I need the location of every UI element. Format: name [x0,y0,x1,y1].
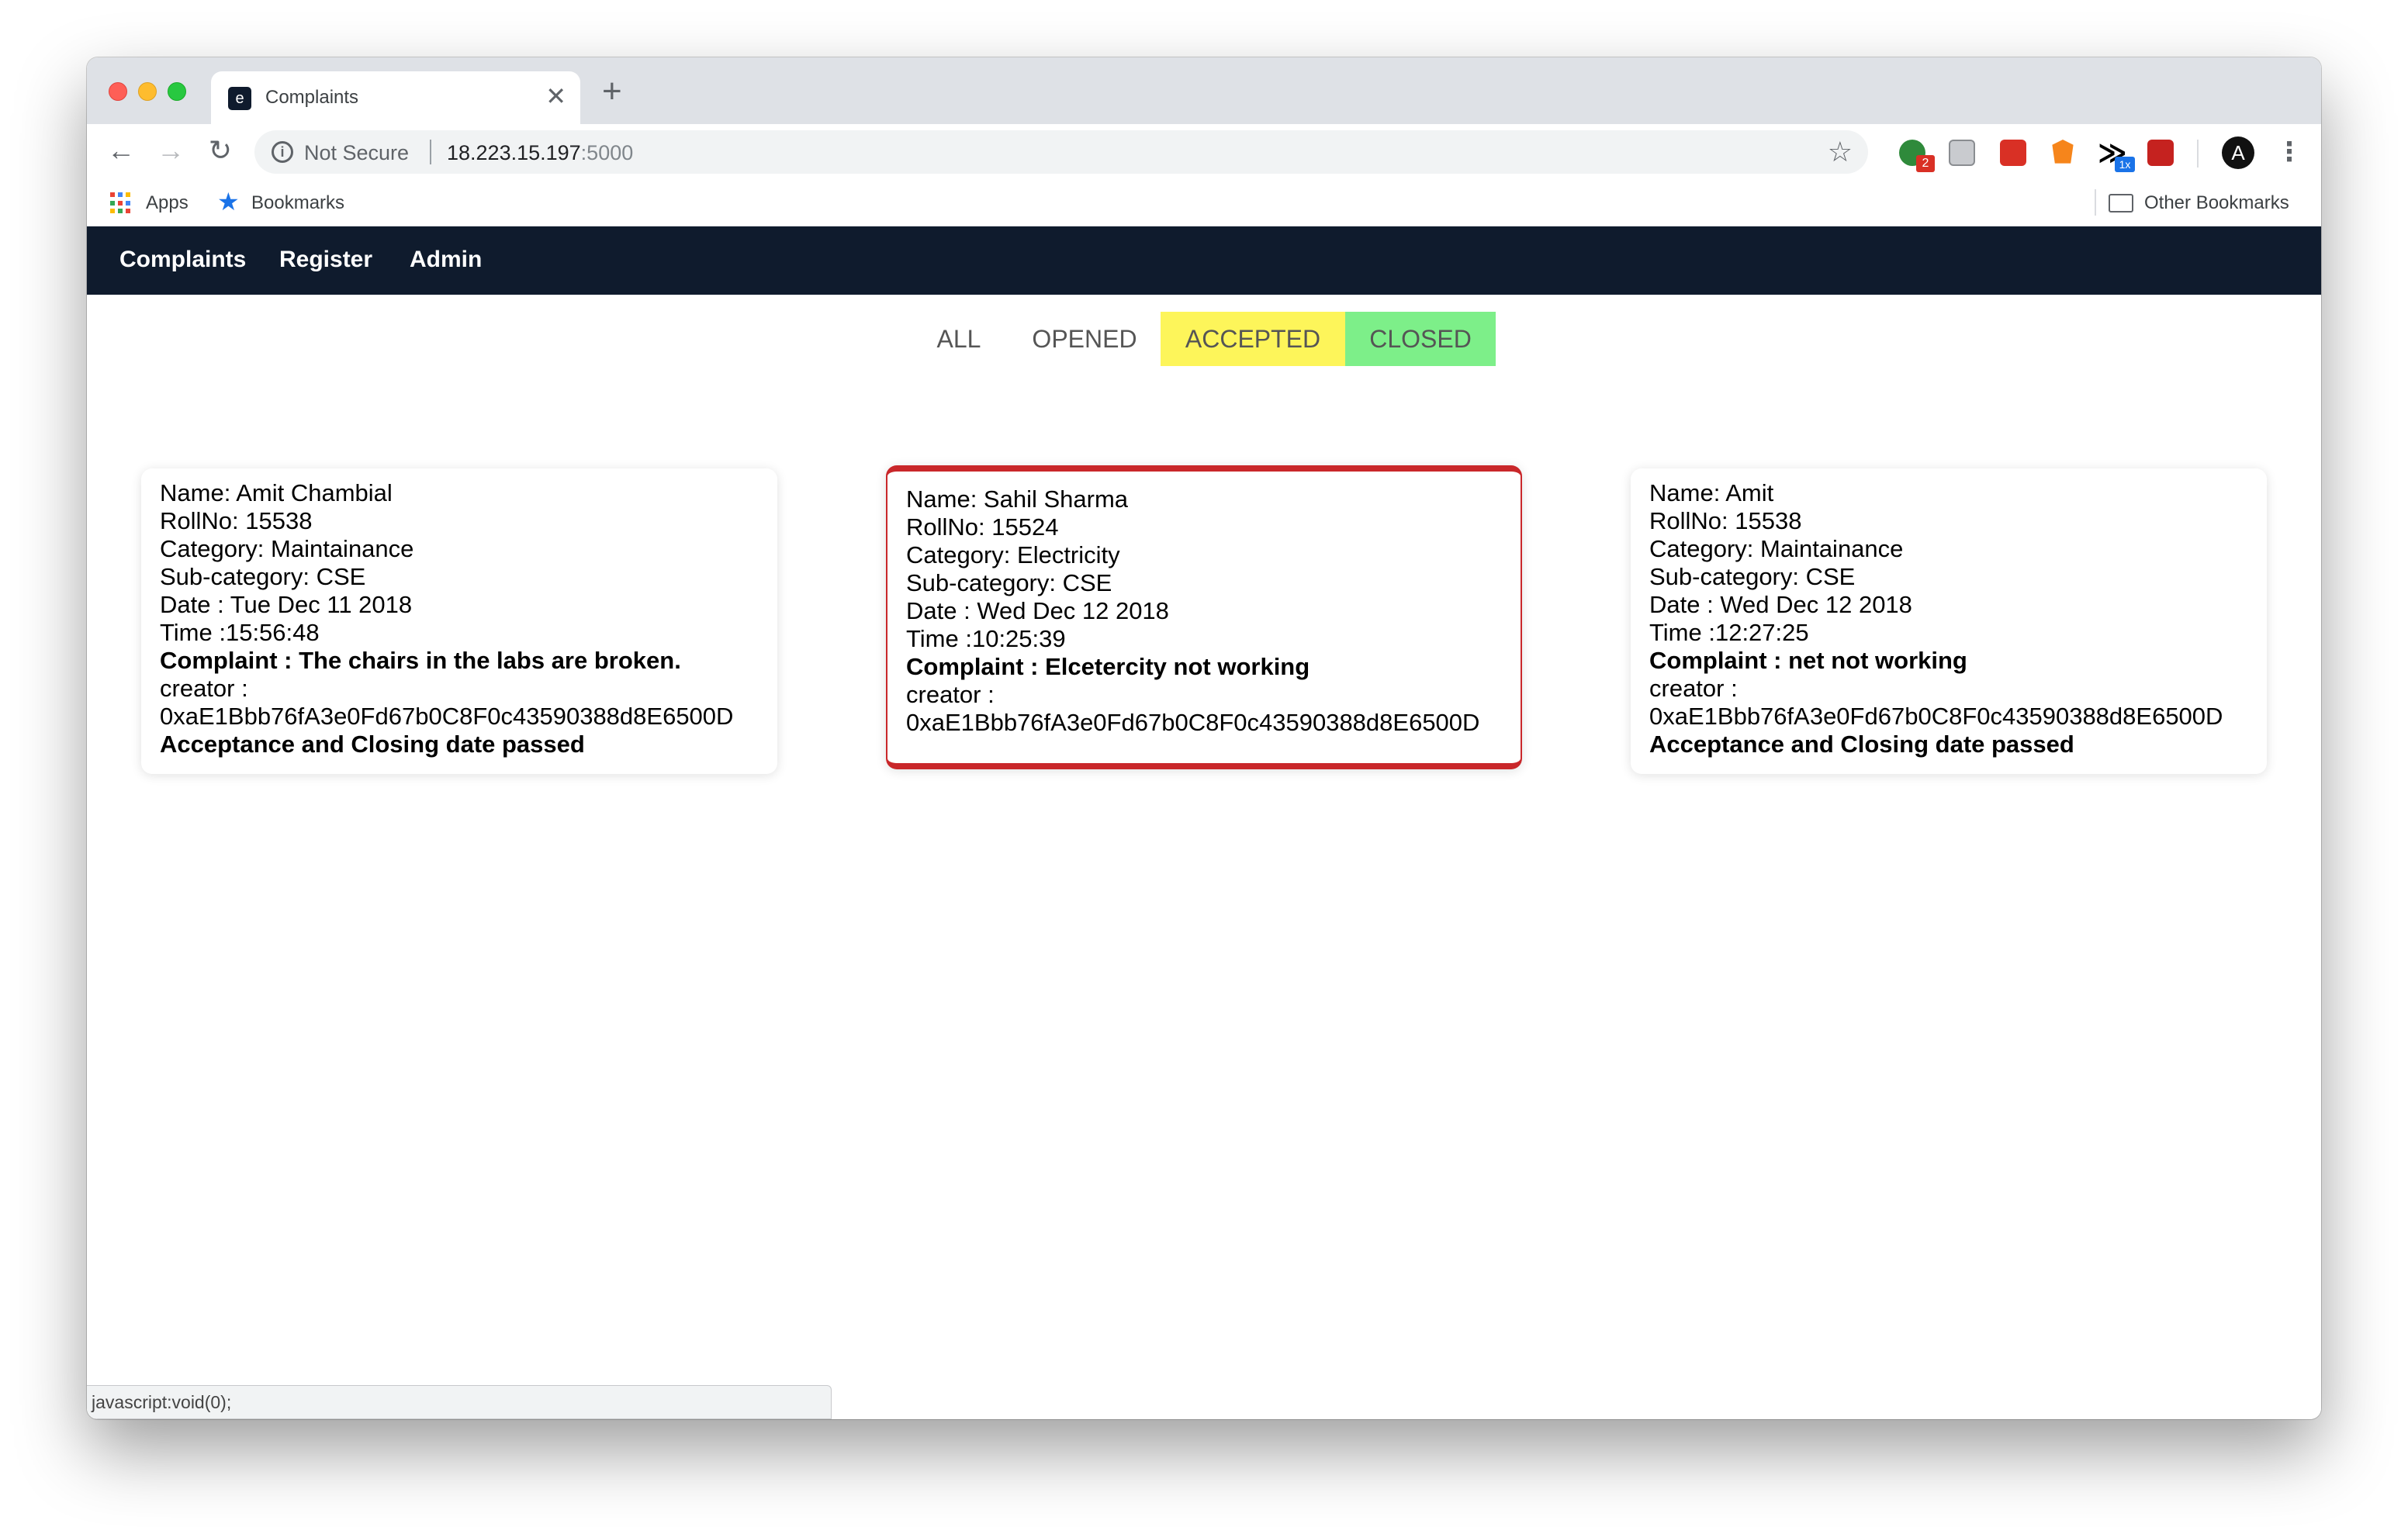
complaint-creator: 0xaE1Bbb76fA3e0Fd67b0C8F0c43590388d8E650… [1649,703,2223,730]
reload-button[interactable]: ↻ [202,132,239,169]
complaint-name: Name: Sahil Sharma [906,485,1129,513]
bookmark-other[interactable]: Other Bookmarks [2144,192,2289,214]
complaint-rollno: RollNo: 15538 [160,507,313,534]
bookmark-star-icon[interactable]: ☆ [1828,135,1853,169]
status-filter-bar: ALL OPENED ACCEPTED CLOSED [87,312,2321,366]
extension-3-icon[interactable] [2000,140,2026,166]
complaint-text: Complaint : Elcetercity not working [906,653,1310,680]
app-navbar: Complaints Register Admin [87,226,2321,295]
complaint-text: Complaint : The chairs in the labs are b… [160,647,681,674]
security-label[interactable]: Not Secure [304,141,409,165]
info-icon[interactable]: i [272,141,293,163]
bookmark-apps[interactable]: Apps [146,192,189,214]
filter-accepted[interactable]: ACCEPTED [1161,312,1345,366]
complaint-date: Date : Wed Dec 12 2018 [1649,591,1912,618]
complaint-text: Complaint : net not working [1649,647,1967,674]
status-bar: javascript:void(0); [87,1385,832,1419]
tab-complaints[interactable]: e Complaints ✕ [211,71,580,124]
extension-6-icon[interactable] [2147,140,2174,166]
complaint-time: Time :12:27:25 [1649,619,1809,646]
complaint-creator-label: creator : [1649,675,1738,702]
complaint-rollno: RollNo: 15524 [906,513,1059,541]
filter-opened[interactable]: OPENED [1015,312,1154,366]
complaint-creator-label: creator : [160,675,248,702]
address-bar[interactable]: i Not Secure 18.223.15.197:5000 ☆ [254,130,1868,174]
complaint-subcategory: Sub-category: CSE [1649,563,1856,590]
complaint-card[interactable]: Name: Sahil Sharma RollNo: 15524 Categor… [886,465,1522,769]
complaint-name: Name: Amit [1649,479,1774,506]
filter-all[interactable]: ALL [917,312,1001,366]
url-port: :5000 [580,141,634,164]
complaint-creator: 0xaE1Bbb76fA3e0Fd67b0C8F0c43590388d8E650… [160,703,734,730]
url-text[interactable]: 18.223.15.197:5000 [447,141,633,165]
tab-close-icon[interactable]: ✕ [545,82,566,110]
bookmarks-star-icon[interactable]: ★ [217,186,240,217]
filter-closed[interactable]: CLOSED [1345,312,1496,366]
complaint-time: Time :10:25:39 [906,625,1066,652]
metamask-icon[interactable] [2052,140,2074,164]
favicon-icon: e [228,87,251,110]
complaint-card[interactable]: Name: Amit Chambial RollNo: 15538 Catego… [141,468,777,774]
complaint-rollno: RollNo: 15538 [1649,507,1802,534]
tab-strip: e Complaints ✕ + [87,57,2321,124]
extension-1-badge: 2 [1916,155,1935,172]
complaint-subcategory: Sub-category: CSE [160,563,366,590]
new-tab-button[interactable]: + [602,73,622,110]
window-maximize-button[interactable] [168,82,186,101]
complaint-time: Time :15:56:48 [160,619,320,646]
complaint-status: Acceptance and Closing date passed [160,731,585,758]
extension-5-badge: 1x [2115,157,2135,172]
forward-button[interactable]: → [152,132,189,169]
window-close-button[interactable] [109,82,127,101]
nav-complaints[interactable]: Complaints [119,247,246,273]
folder-icon[interactable] [2109,194,2133,212]
complaint-status: Acceptance and Closing date passed [1649,731,2074,758]
complaint-card[interactable]: Name: Amit RollNo: 15538 Category: Maint… [1631,468,2267,774]
window-minimize-button[interactable] [138,82,157,101]
url-host: 18.223.15.197 [447,141,581,164]
browser-window: e Complaints ✕ + ← → ↻ i Not Secure 18.2… [87,57,2321,1419]
browser-toolbar: ← → ↻ i Not Secure 18.223.15.197:5000 ☆ … [87,124,2321,178]
extension-2-icon[interactable] [1949,140,1975,166]
complaint-date: Date : Wed Dec 12 2018 [906,597,1169,624]
nav-admin[interactable]: Admin [410,247,482,273]
complaint-creator: 0xaE1Bbb76fA3e0Fd67b0C8F0c43590388d8E650… [906,709,1480,736]
complaint-category: Category: Maintainance [160,535,414,562]
bookmarks-divider [2095,189,2096,216]
bookmarks-bar: Apps ★ Bookmarks Other Bookmarks [87,178,2321,226]
browser-menu-icon[interactable]: ⋮ [2276,135,2302,169]
tab-title: Complaints [265,87,359,108]
profile-avatar[interactable]: A [2222,136,2254,169]
complaint-name: Name: Amit Chambial [160,479,393,506]
complaint-creator-label: creator : [906,681,995,708]
complaint-date: Date : Tue Dec 11 2018 [160,591,413,618]
complaint-subcategory: Sub-category: CSE [906,569,1112,596]
complaint-category: Category: Maintainance [1649,535,1904,562]
status-bar-text: javascript:void(0); [92,1392,232,1412]
toolbar-divider [2197,140,2199,168]
bookmark-bookmarks[interactable]: Bookmarks [251,192,344,214]
back-button[interactable]: ← [102,132,140,169]
nav-register[interactable]: Register [279,247,372,273]
omnibox-divider [430,140,431,164]
apps-grid-icon[interactable] [110,192,132,214]
page-content: Complaints Register Admin ALL OPENED ACC… [87,226,2321,1419]
complaint-category: Category: Electricity [906,541,1120,568]
